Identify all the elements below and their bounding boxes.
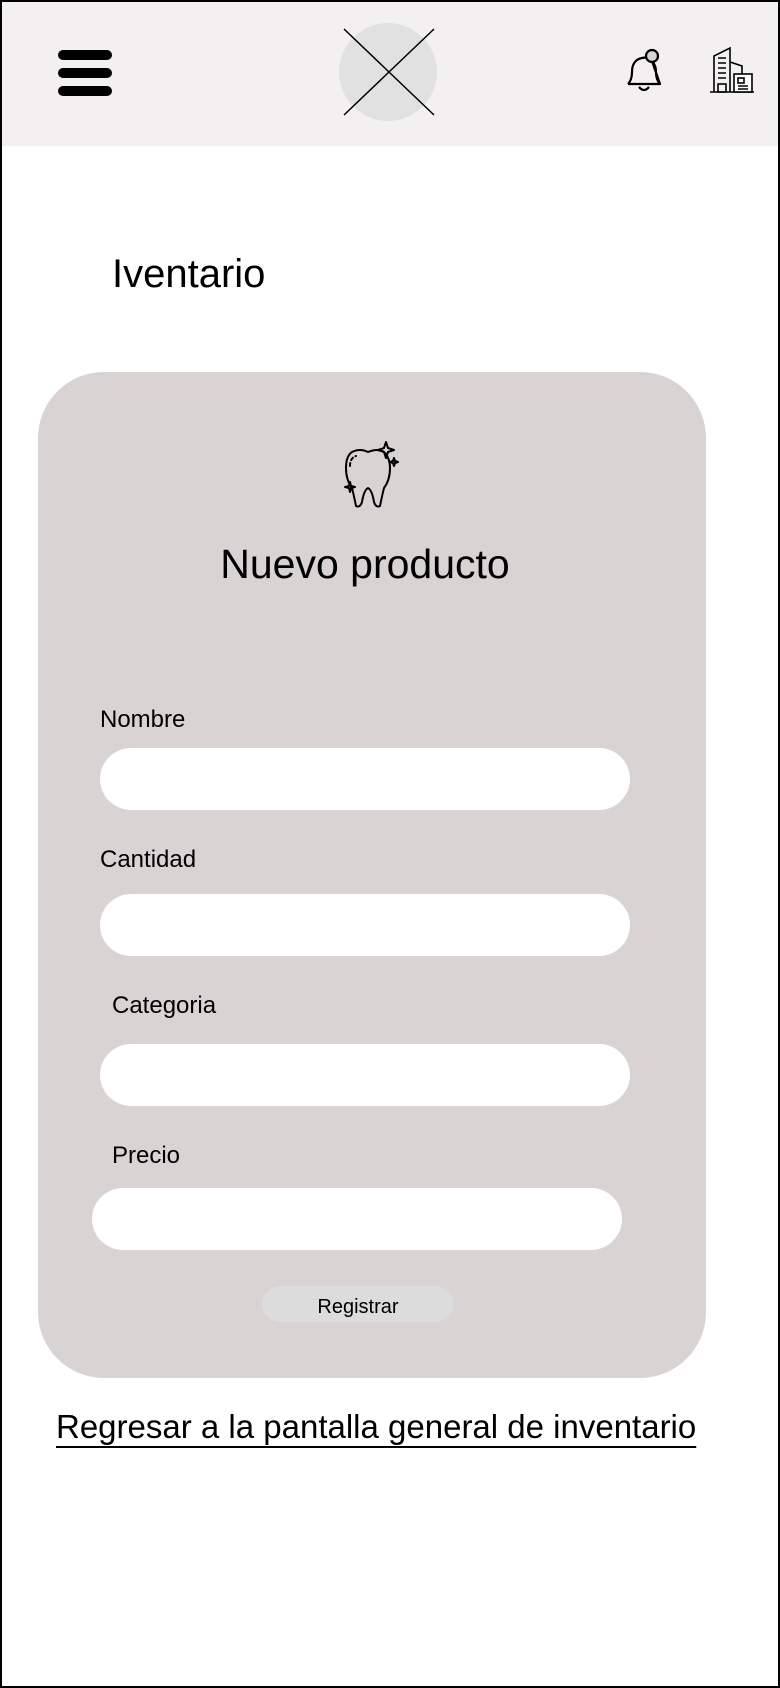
nombre-input[interactable] — [100, 748, 630, 810]
register-button[interactable]: Registrar — [262, 1286, 454, 1322]
form-title: Nuevo producto — [220, 541, 510, 587]
categoria-input[interactable] — [100, 1044, 630, 1106]
cantidad-label: Cantidad — [100, 846, 197, 873]
precio-input[interactable] — [92, 1188, 622, 1250]
cantidad-input[interactable] — [100, 894, 630, 956]
precio-label: Precio — [112, 1142, 181, 1169]
building-icon[interactable] — [708, 46, 756, 94]
page-title: Iventario — [112, 252, 266, 296]
tooth-icon — [338, 440, 402, 510]
bell-icon[interactable] — [622, 48, 666, 94]
hamburger-menu-icon[interactable] — [58, 50, 114, 98]
categoria-label: Categoria — [112, 992, 217, 1019]
logo-placeholder-icon — [338, 22, 438, 122]
back-to-inventory-link[interactable]: Regresar a la pantalla general de invent… — [56, 1408, 696, 1446]
nombre-label: Nombre — [100, 706, 186, 733]
